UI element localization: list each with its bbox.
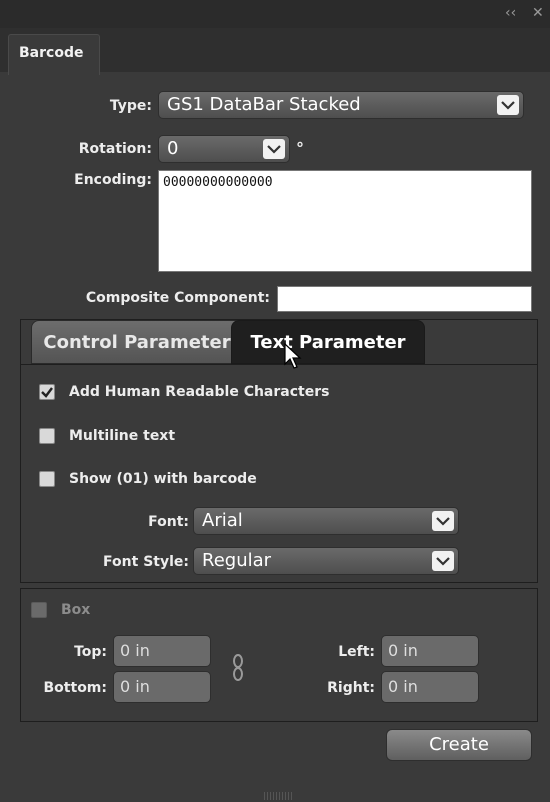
encoding-label: Encoding: (74, 172, 152, 188)
show01-checkbox[interactable] (39, 471, 55, 487)
left-label: Left: (338, 644, 375, 660)
chevron-down-icon[interactable] (263, 139, 285, 159)
type-select[interactable]: GS1 DataBar Stacked (158, 91, 524, 119)
collapse-icon[interactable]: ‹‹ (505, 4, 516, 22)
show01-label: Show (01) with barcode (69, 471, 257, 487)
rotation-select[interactable]: 0 (158, 135, 290, 163)
panel-titlebar: ‹‹ ✕ (0, 0, 550, 29)
tab-text-parameter[interactable]: Text Parameter (231, 320, 425, 364)
resize-grip[interactable] (264, 792, 294, 800)
right-label: Right: (327, 680, 375, 696)
composite-label: Composite Component: (85, 290, 270, 306)
human-readable-checkbox[interactable] (39, 384, 55, 400)
font-select[interactable]: Arial (193, 507, 459, 535)
multiline-label: Multiline text (69, 428, 176, 444)
right-field[interactable]: 0 in (381, 671, 479, 703)
chevron-down-icon[interactable] (497, 95, 519, 115)
tab-divider (21, 364, 537, 365)
top-label: Top: (74, 644, 107, 660)
font-style-label: Font Style: (103, 554, 189, 570)
bottom-label: Bottom: (43, 680, 107, 696)
type-value: GS1 DataBar Stacked (167, 94, 361, 115)
chevron-down-icon[interactable] (432, 511, 454, 531)
left-field[interactable]: 0 in (381, 635, 479, 667)
chevron-down-icon[interactable] (432, 551, 454, 571)
chain-link-icon[interactable] (231, 653, 245, 683)
tab-control-parameter[interactable]: Control Parameter (31, 320, 243, 364)
font-label: Font: (148, 514, 189, 530)
close-icon[interactable]: ✕ (532, 4, 544, 22)
font-style-value: Regular (202, 550, 272, 571)
create-button[interactable]: Create (386, 729, 532, 761)
checkmark-icon (41, 387, 53, 398)
composite-input[interactable] (277, 286, 532, 312)
panel-tabstrip: Barcode (0, 28, 550, 75)
encoding-textarea[interactable]: 00000000000000 (158, 170, 532, 272)
type-label: Type: (109, 98, 152, 114)
rotation-value: 0 (167, 138, 179, 159)
parameter-frame: Control Parameter Text Parameter Add Hum… (20, 319, 538, 583)
multiline-checkbox[interactable] (39, 428, 55, 444)
box-frame: Box Top: 0 in Bottom: 0 in Left: 0 in Ri… (20, 588, 538, 722)
mouse-pointer-icon (284, 342, 302, 369)
bottom-field[interactable]: 0 in (113, 671, 211, 703)
rotation-label: Rotation: (78, 141, 152, 157)
box-checkbox[interactable] (31, 602, 47, 618)
box-label: Box (61, 602, 91, 618)
font-style-select[interactable]: Regular (193, 547, 459, 575)
top-field[interactable]: 0 in (113, 635, 211, 667)
human-readable-label: Add Human Readable Characters (69, 384, 330, 400)
tab-barcode[interactable]: Barcode (8, 34, 100, 75)
font-value: Arial (202, 510, 243, 531)
degree-symbol: ° (296, 139, 304, 158)
